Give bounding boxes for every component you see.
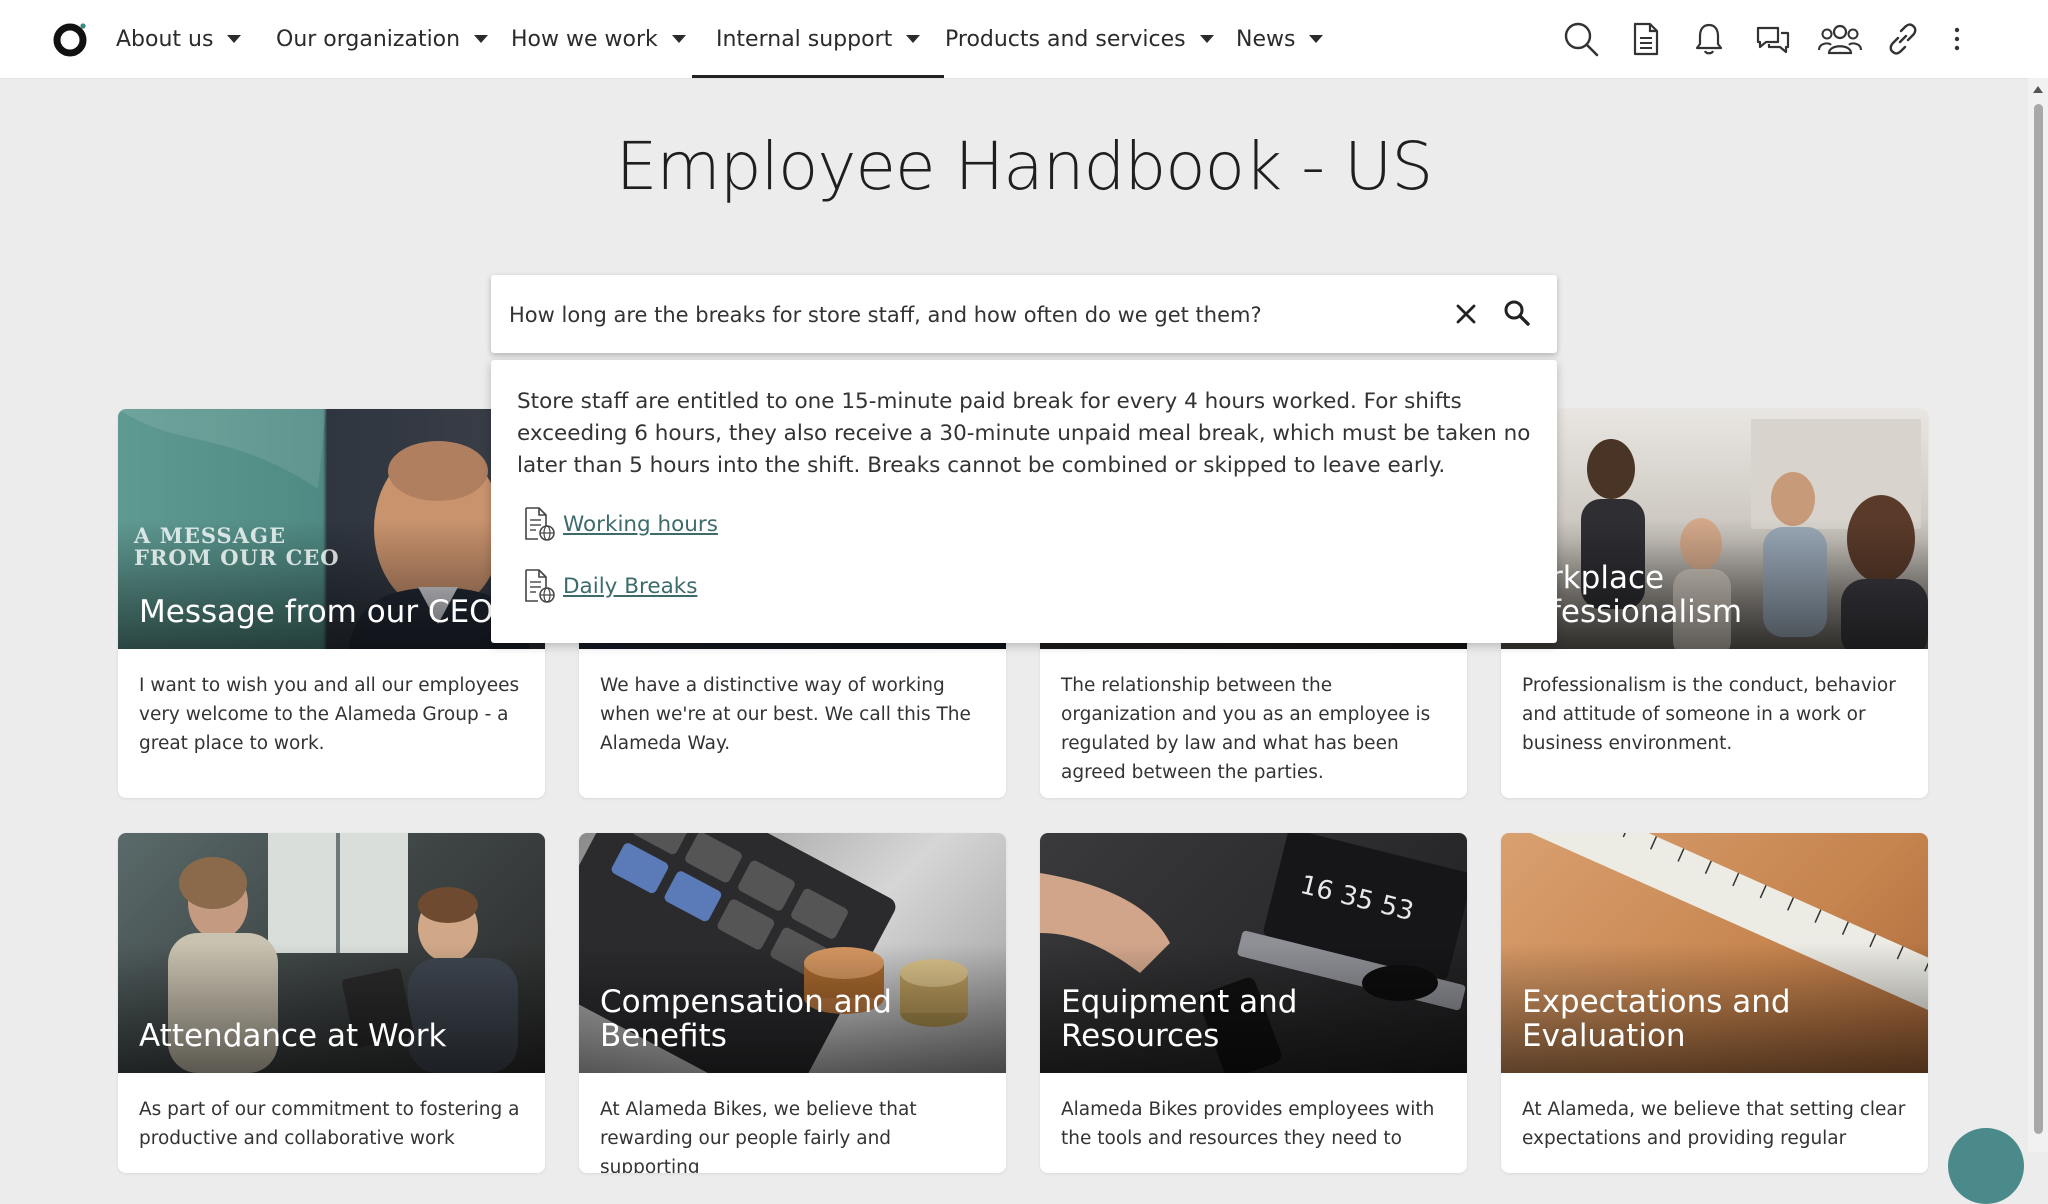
card-text: As part of our commitment to fostering a… [139,1099,520,1149]
card-compensation-and-benefits[interactable]: Compensation and Benefits At Alameda Bik… [579,833,1006,1173]
caret-down-icon [1309,35,1324,43]
source-link-daily-breaks[interactable]: Daily Breaks [521,568,697,604]
search-bar [491,275,1557,355]
chat-icon[interactable] [1754,20,1792,58]
card-title: Message from our CEO [139,594,494,630]
caret-down-icon [906,35,921,43]
nav-item-label: About us [116,26,214,52]
source-link-label: Daily Breaks [563,573,698,599]
card-image: Expectations and Evaluation [1501,833,1928,1073]
card-attendance-at-work[interactable]: Attendance at Work As part of our commit… [118,833,545,1173]
card-text: At Alameda Bikes, we believe that reward… [600,1099,917,1173]
caret-down-icon [671,35,686,43]
card-text: Alameda Bikes provides employees with th… [1061,1099,1435,1149]
card-image: Attendance at Work [118,833,545,1073]
card-message-from-ceo[interactable]: A MESSAGE FROM OUR CEO Message from our C… [118,409,545,798]
caret-down-icon [474,35,489,43]
card-equipment-and-resources[interactable]: 16 35 53 Equipment and Resources Alameda… [1040,833,1467,1173]
card-image: orkplace ofessionalism [1501,409,1928,649]
card-expectations-and-evaluation[interactable]: Expectations and Evaluation At Alameda, … [1501,833,1928,1173]
page-title: Employee Handbook - US [615,128,1434,205]
caret-down-icon [227,35,242,43]
nav-item-products-and-services[interactable]: Products and services [945,0,1214,78]
logo-icon[interactable] [52,20,90,58]
chat-assistant-button[interactable] [1948,1128,2024,1204]
card-workplace-professionalism[interactable]: orkplace ofessionalism Professionalism i… [1501,409,1928,798]
link-icon[interactable] [1884,20,1922,58]
card-image: A MESSAGE FROM OUR CEO Message from our C… [118,409,545,649]
card-text: Professionalism is the conduct, behavior… [1522,675,1896,754]
card-text: I want to wish you and all our employees… [139,675,520,754]
nav-item-about-us[interactable]: About us [116,0,242,78]
card-title: orkplace ofessionalism [1531,560,1743,630]
nav-item-our-organization[interactable]: Our organization [276,0,489,78]
source-link-working-hours[interactable]: Working hours [521,506,718,542]
nav-item-how-we-work[interactable]: How we work [511,0,686,78]
scroll-up-arrow-icon[interactable] [2033,86,2043,93]
answer-text: Store staff are entitled to one 15-minut… [517,389,1531,478]
bell-icon[interactable] [1690,20,1728,58]
nav-item-label: Our organization [276,26,461,52]
search-icon[interactable] [1501,297,1533,329]
card-text: At Alameda, we believe that setting clea… [1522,1099,1906,1149]
caret-down-icon [1199,35,1214,43]
card-image: 16 35 53 Equipment and Resources [1040,833,1467,1073]
web-document-icon [525,569,555,603]
card-text: The relationship between the organizatio… [1061,675,1431,783]
search-answer-panel: Store staff are entitled to one 15-minut… [491,360,1557,643]
search-icon[interactable] [1562,20,1600,58]
nav-item-news[interactable]: News [1236,0,1324,78]
document-icon[interactable] [1626,20,1664,58]
nav-item-label: How we work [511,26,658,52]
page-scrollbar[interactable] [2028,78,2048,1152]
card-title: Equipment and Resources [1061,984,1298,1054]
nav-item-internal-support[interactable]: Internal support [691,0,945,78]
card-title: Attendance at Work [139,1018,447,1054]
card-title: Expectations and Evaluation [1522,984,1791,1054]
scrollbar-thumb[interactable] [2034,104,2043,1134]
people-icon[interactable] [1818,20,1862,58]
top-navigation: About us Our organization How we work In… [0,0,2048,79]
nav-item-label: Products and services [945,26,1186,52]
card-text: We have a distinctive way of working whe… [600,675,971,754]
card-title: Compensation and Benefits [600,984,892,1054]
close-icon[interactable] [1451,299,1481,329]
search-input[interactable] [507,275,1431,355]
ceo-overlay-text: A MESSAGE FROM OUR CEO [134,523,340,570]
web-document-icon [525,507,555,541]
more-vertical-icon[interactable] [1946,20,1968,58]
card-image: Compensation and Benefits [579,833,1006,1073]
source-link-label: Working hours [563,511,718,537]
nav-item-label: News [1236,26,1296,52]
nav-item-label: Internal support [716,26,893,52]
